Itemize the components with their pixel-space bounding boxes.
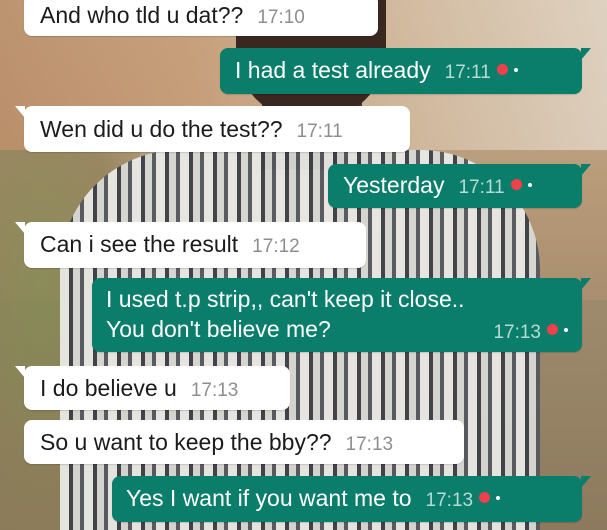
message-text-line-1: I used t.p strip,, can't keep it close.. — [106, 286, 465, 312]
outgoing-message[interactable]: Yesterday 17:11 — [328, 164, 591, 208]
status-dot-icon — [564, 327, 568, 332]
outgoing-message[interactable]: I had a test already 17:11 — [220, 48, 591, 94]
message-time: 17:11 — [296, 121, 343, 142]
message-list[interactable]: And who tld u dat?? 17:10 I had a test al… — [0, 0, 607, 530]
read-receipt-icon — [510, 179, 522, 191]
outgoing-message[interactable]: I used t.p strip,, can't keep it close..… — [92, 278, 591, 352]
message-text: Can i see the result — [40, 231, 239, 257]
message-body: I used t.p strip,, can't keep it close..… — [106, 284, 568, 348]
message-time: 17:13 — [345, 434, 394, 455]
message-text: Yesterday — [343, 172, 445, 198]
message-time: 17:13 — [425, 490, 474, 511]
status-dot-icon — [496, 495, 501, 500]
read-receipt-icon — [547, 324, 558, 336]
incoming-message[interactable]: I do believe u 17:13 — [15, 366, 290, 410]
incoming-message[interactable]: Wen did u do the test?? 17:11 — [15, 106, 410, 152]
message-status: 17:13 — [479, 315, 568, 348]
status-dot-icon — [513, 67, 518, 72]
message-text: And who tld u dat?? — [40, 2, 244, 28]
message-time: 17:13 — [190, 380, 239, 401]
message-text: I had a test already — [235, 57, 431, 83]
message-time: 17:11 — [444, 62, 491, 83]
outgoing-message[interactable]: Yes I want if you want me to 17:13 — [112, 476, 591, 522]
message-time: 17:12 — [252, 236, 300, 257]
status-dot-icon — [527, 182, 532, 187]
message-text: Wen did u do the test?? — [40, 116, 283, 142]
read-receipt-icon — [496, 64, 508, 76]
incoming-message[interactable]: And who tld u dat?? 17:10 — [24, 0, 378, 36]
message-text: I do believe u — [40, 375, 177, 401]
message-time: 17:13 — [493, 322, 541, 343]
message-time: 17:10 — [257, 7, 305, 28]
read-receipt-icon — [479, 492, 491, 504]
message-time: 17:11 — [458, 177, 505, 198]
incoming-message[interactable]: Can i see the result 17:12 — [15, 222, 366, 268]
message-text: Yes I want if you want me to — [126, 485, 412, 511]
message-text: So u want to keep the bby?? — [40, 429, 332, 455]
incoming-message[interactable]: So u want to keep the bby?? 17:13 — [24, 420, 464, 464]
